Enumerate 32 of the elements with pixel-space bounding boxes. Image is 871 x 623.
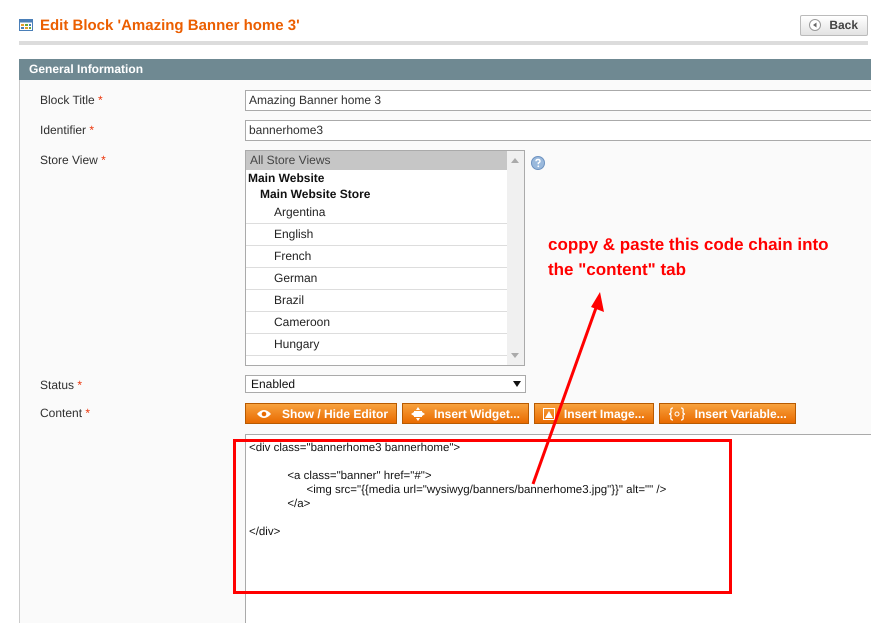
annotation-text: coppy & paste this code chain into the "content" tab <box>548 234 830 281</box>
store-option[interactable]: Brazil <box>246 290 507 312</box>
store-option[interactable]: German <box>246 268 507 290</box>
text-field[interactable]: Amazing Banner home 3 <box>245 90 871 111</box>
field-label: Identifier * <box>40 122 96 139</box>
back-button[interactable]: Back <box>800 14 868 36</box>
store-option[interactable]: Cameroon <box>246 312 507 334</box>
store-view-list[interactable]: All Store Views Main Website Main Website Store Argentina English French German Brazil Cameroon Hungary <box>245 150 525 366</box>
widget-icon <box>411 406 426 420</box>
field-label: Block Title * <box>40 92 104 109</box>
eye-icon <box>256 408 272 418</box>
field-label: Store View * <box>40 152 107 169</box>
store-option[interactable]: French <box>246 246 507 268</box>
status-select[interactable]: Enabled <box>245 375 526 393</box>
variable-icon <box>668 406 686 420</box>
store-option[interactable]: Argentina <box>246 202 507 224</box>
grid-icon <box>19 19 33 31</box>
section-header: General Information <box>19 59 871 80</box>
field-label: Content * <box>40 405 92 422</box>
dropdown-icon <box>513 381 521 387</box>
scrollbar[interactable] <box>507 151 524 365</box>
content-editor[interactable]: <div class="bannerhome3 bannerhome"> <a class="banner" href="#"> <img src="{{media url="wysiwyg/banners/bannerhome3.jpg"}}" alt="" /> </a> </div> <box>245 434 871 623</box>
store-option[interactable]: Main Website <box>246 170 507 186</box>
store-option[interactable]: Main Website Store <box>246 186 507 202</box>
store-option[interactable]: All Store Views <box>246 151 507 170</box>
help-icon[interactable] <box>531 156 545 170</box>
image-icon <box>542 408 555 420</box>
text-field[interactable]: bannerhome3 <box>245 120 871 141</box>
store-option[interactable]: Hungary <box>246 334 507 356</box>
page-title: Edit Block 'Amazing Banner home 3' <box>40 16 300 34</box>
store-option[interactable]: English <box>246 224 507 246</box>
field-label: Status * <box>40 377 84 393</box>
